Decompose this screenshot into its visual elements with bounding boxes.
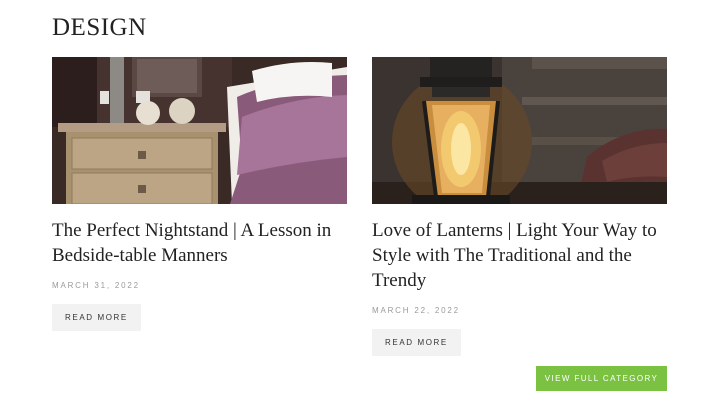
nightstand-image[interactable] — [52, 57, 347, 204]
read-more-button[interactable]: READ MORE — [52, 304, 141, 331]
lantern-image[interactable] — [372, 57, 667, 204]
view-full-category-button[interactable]: VIEW FULL CATEGORY — [536, 366, 667, 391]
post-date: MARCH 22, 2022 — [372, 306, 460, 315]
post-title[interactable]: The Perfect Nightstand | A Lesson in Bed… — [52, 218, 347, 268]
read-more-button[interactable]: READ MORE — [372, 329, 461, 356]
post-date: MARCH 31, 2022 — [52, 281, 140, 290]
post-card: The Perfect Nightstand | A Lesson in Bed… — [52, 57, 347, 331]
section-title: DESIGN — [52, 14, 147, 41]
post-card: Love of Lanterns | Light Your Way to Sty… — [372, 57, 667, 356]
post-title[interactable]: Love of Lanterns | Light Your Way to Sty… — [372, 218, 667, 293]
